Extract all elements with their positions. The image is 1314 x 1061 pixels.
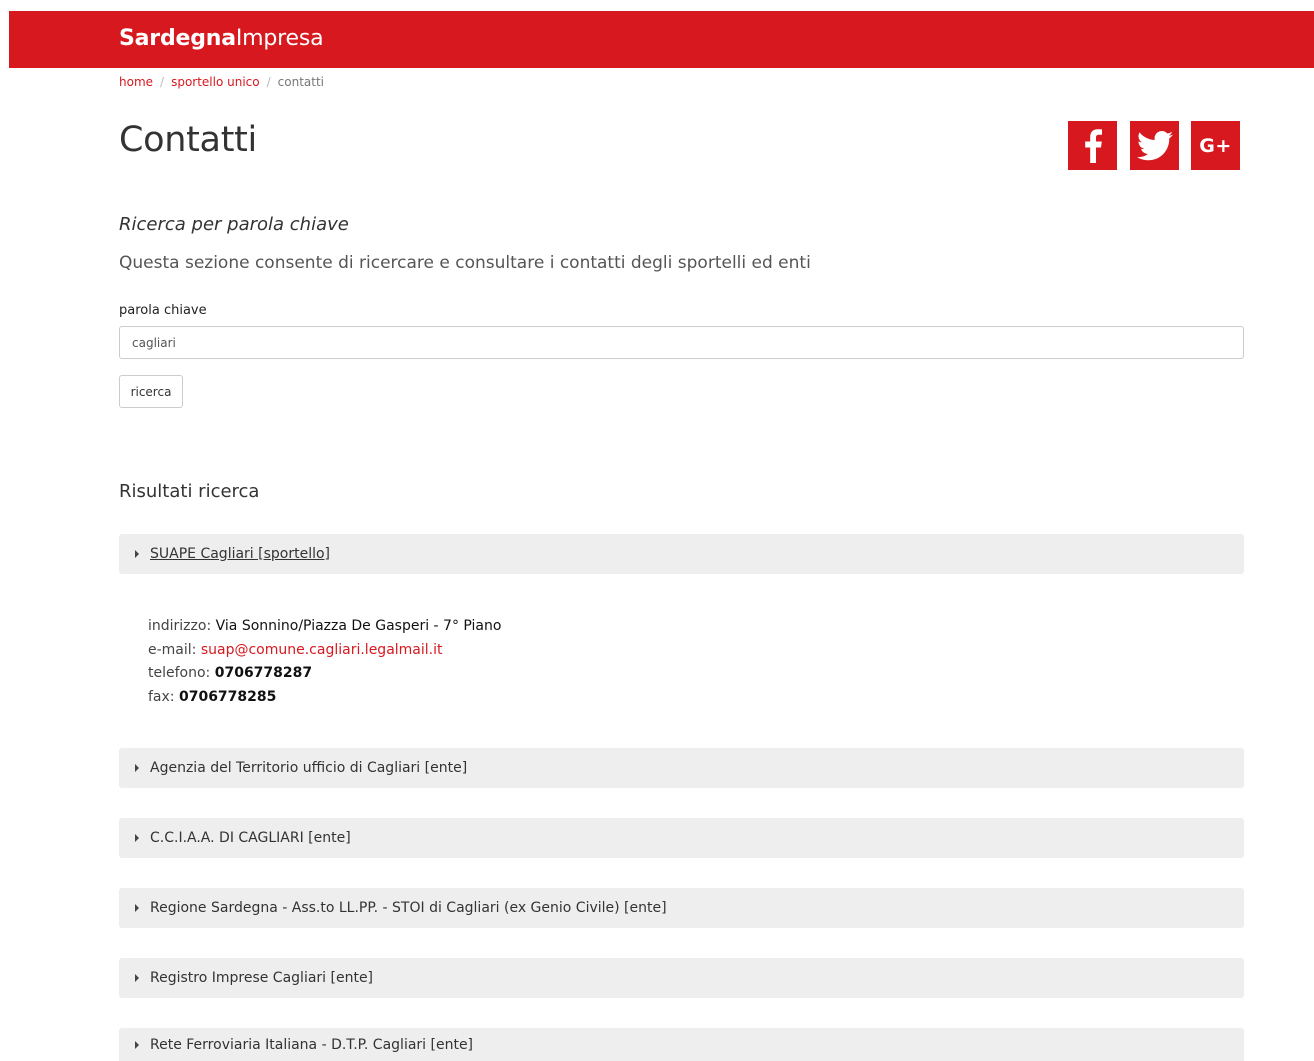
facebook-icon [1084, 128, 1102, 163]
caret-right-icon [135, 904, 139, 912]
fax-row: fax: 0706778285 [148, 686, 501, 710]
email-row: e-mail: suap@comune.cagliari.legalmail.i… [148, 639, 501, 663]
address-row: indirizzo: Via Sonnino/Piazza De Gasperi… [148, 615, 501, 639]
google-plus-icon: G+ [1199, 134, 1232, 157]
address-value: Via Sonnino/Piazza De Gasperi - 7° Piano [215, 618, 502, 634]
result-title[interactable]: Agenzia del Territorio ufficio di Caglia… [150, 760, 467, 776]
result-title[interactable]: C.C.I.A.A. DI CAGLIARI [ente] [150, 830, 351, 846]
result-item-suape-cagliari[interactable]: SUAPE Cagliari [sportello] [119, 534, 1244, 574]
top-header-bar: SardegnaImpresa [9, 11, 1314, 68]
google-plus-share-button[interactable]: G+ [1191, 121, 1240, 170]
email-label: e-mail: [148, 641, 197, 658]
phone-label: telefono: [148, 665, 211, 681]
facebook-share-button[interactable] [1068, 121, 1117, 170]
result-item-rete-ferroviaria[interactable]: Rete Ferroviaria Italiana - D.T.P. Cagli… [119, 1028, 1244, 1061]
result-item-agenzia-territorio[interactable]: Agenzia del Territorio ufficio di Caglia… [119, 748, 1244, 788]
twitter-icon [1136, 130, 1173, 160]
search-description: Questa sezione consente di ricercare e c… [119, 253, 811, 273]
email-link[interactable]: suap@comune.cagliari.legalmail.it [201, 642, 443, 658]
result-title[interactable]: SUAPE Cagliari [sportello] [150, 546, 330, 562]
results-heading: Risultati ricerca [119, 481, 260, 502]
breadcrumb-sportello-link[interactable]: sportello unico [171, 75, 260, 89]
twitter-share-button[interactable] [1130, 121, 1179, 170]
result-item-cciaa-cagliari[interactable]: C.C.I.A.A. DI CAGLIARI [ente] [119, 818, 1244, 858]
fax-value: 0706778285 [178, 688, 277, 705]
caret-right-icon [135, 550, 139, 558]
page-title: Contatti [119, 120, 257, 160]
result-details-suape-cagliari: indirizzo: Via Sonnino/Piazza De Gasperi… [148, 615, 501, 709]
result-title[interactable]: Rete Ferroviaria Italiana - D.T.P. Cagli… [150, 1037, 473, 1053]
breadcrumb-current: contatti [277, 75, 325, 89]
result-item-regione-sardegna[interactable]: Regione Sardegna - Ass.to LL.PP. - STOI … [119, 888, 1244, 928]
caret-right-icon [135, 1040, 139, 1049]
address-label: indirizzo: [148, 618, 212, 634]
result-title[interactable]: Registro Imprese Cagliari [ente] [150, 970, 373, 986]
caret-right-icon [135, 974, 139, 982]
keyword-search-input[interactable] [119, 326, 1244, 359]
breadcrumb-separator: / [160, 75, 165, 89]
keyword-field-label: parola chiave [119, 303, 207, 318]
phone-value: 0706778287 [214, 665, 313, 681]
search-heading: Ricerca per parola chiave [119, 214, 349, 235]
search-button[interactable]: ricerca [119, 375, 183, 408]
brand-light-text: Impresa [235, 26, 324, 51]
brand-bold-text: Sardegna [119, 26, 236, 51]
site-logo[interactable]: SardegnaImpresa [119, 26, 324, 52]
breadcrumb-home-link[interactable]: home [119, 75, 153, 89]
breadcrumb: home / sportello unico / contatti [119, 74, 324, 90]
result-item-registro-imprese[interactable]: Registro Imprese Cagliari [ente] [119, 958, 1244, 998]
result-title[interactable]: Regione Sardegna - Ass.to LL.PP. - STOI … [150, 900, 667, 916]
caret-right-icon [135, 764, 139, 772]
caret-right-icon [135, 834, 139, 842]
fax-label: fax: [148, 688, 175, 705]
breadcrumb-separator: / [266, 75, 271, 89]
phone-row: telefono: 0706778287 [148, 662, 501, 686]
